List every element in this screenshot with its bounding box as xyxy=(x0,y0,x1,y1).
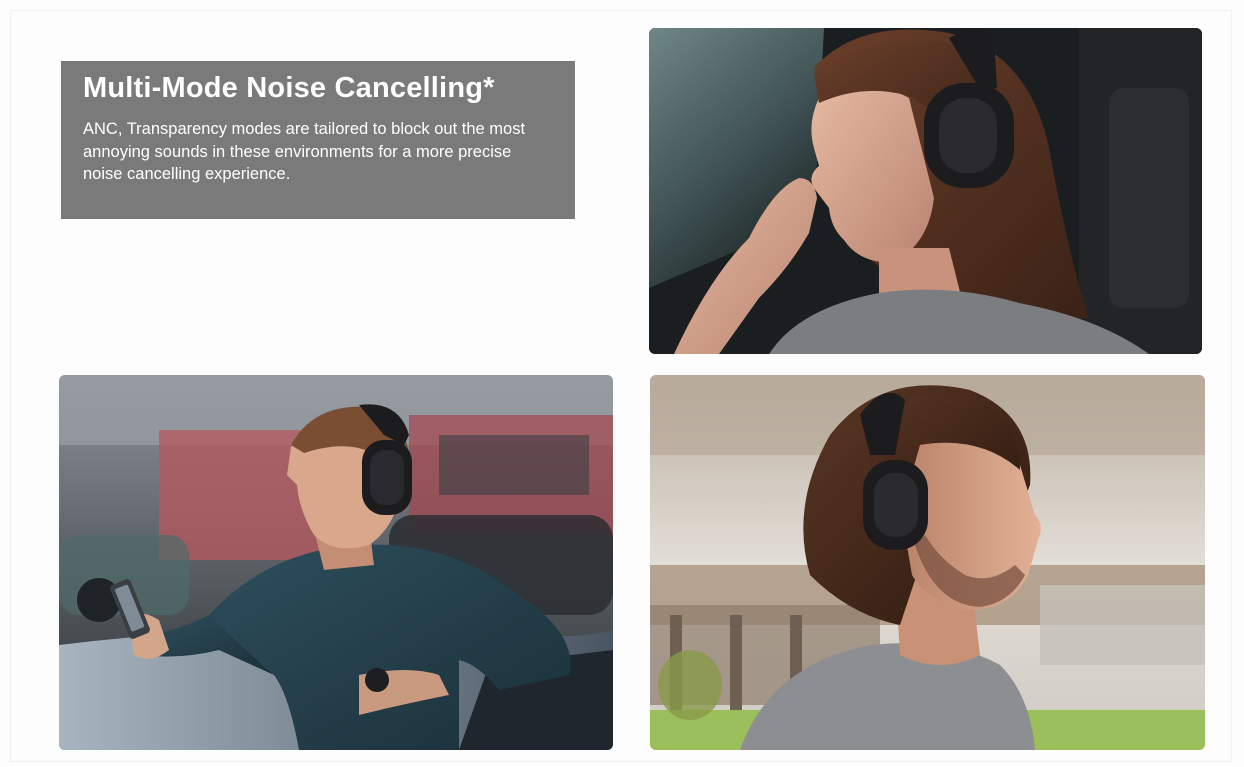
man-car-scene-illustration xyxy=(59,375,613,750)
feature-text-card: Multi-Mode Noise Cancelling* ANC, Transp… xyxy=(61,61,575,219)
photo-man-with-phone xyxy=(59,375,613,750)
photo-woman-in-vehicle xyxy=(649,28,1202,354)
product-feature-page: Multi-Mode Noise Cancelling* ANC, Transp… xyxy=(0,0,1244,767)
woman-scene-illustration xyxy=(649,28,1202,354)
man-outdoor-scene-illustration xyxy=(650,375,1205,750)
feature-description: ANC, Transparency modes are tailored to … xyxy=(83,119,526,184)
watch-icon xyxy=(365,668,389,692)
feature-title: Multi-Mode Noise Cancelling* xyxy=(83,72,495,104)
photo-man-eyes-closed xyxy=(650,375,1205,750)
